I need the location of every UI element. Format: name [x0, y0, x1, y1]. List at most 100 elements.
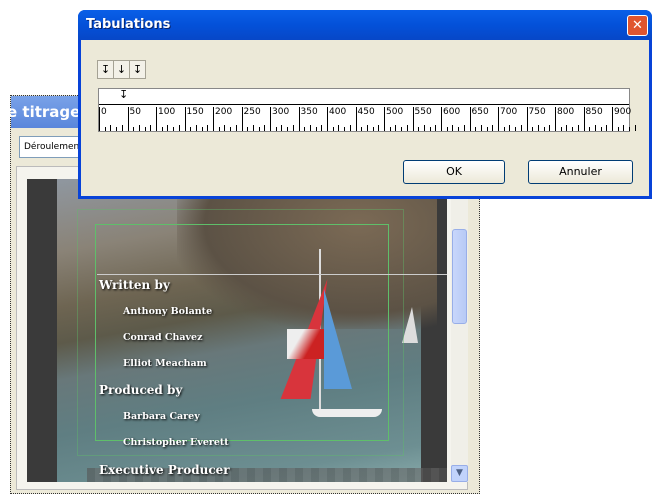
ruler-minor-tick — [104, 127, 106, 131]
ruler-minor-tick — [389, 127, 391, 131]
ruler-minor-tick — [252, 125, 254, 131]
ruler-minor-tick — [304, 127, 306, 131]
ruler-minor-tick — [594, 125, 596, 131]
ruler-minor-tick — [629, 127, 631, 131]
ruler-minor-tick — [190, 127, 192, 131]
ruler-minor-tick — [349, 125, 351, 131]
ruler-minor-tick — [321, 125, 323, 131]
ruler-minor-tick — [509, 125, 511, 131]
text-baseline — [97, 274, 447, 275]
ruler-minor-tick — [572, 127, 574, 131]
ruler-minor-tick — [423, 125, 425, 131]
credit-heading[interactable]: Produced by — [99, 383, 182, 397]
ruler-minor-tick — [486, 127, 488, 131]
ruler-minor-tick — [258, 127, 260, 131]
ruler-minor-tick — [173, 127, 175, 131]
credit-heading[interactable]: Written by — [99, 278, 170, 292]
ruler-minor-tick — [121, 125, 123, 131]
ruler-minor-tick — [492, 125, 494, 131]
ruler-minor-tick — [503, 127, 505, 131]
scrollbar-thumb[interactable] — [452, 229, 467, 324]
ruler-minor-tick — [429, 127, 431, 131]
ruler-minor-tick — [281, 125, 283, 131]
ruler-minor-tick — [309, 125, 311, 131]
ruler-minor-tick — [338, 125, 340, 131]
ruler-minor-tick — [515, 127, 517, 131]
ruler-minor-tick — [235, 125, 237, 131]
ruler-minor-tick — [452, 125, 454, 131]
video-preview[interactable]: Written by Anthony Bolante Conrad Chavez… — [27, 179, 447, 482]
vertical-scrollbar[interactable]: ▼ — [451, 179, 468, 482]
scroll-down-button[interactable]: ▼ — [451, 465, 468, 482]
ruler-minor-tick — [435, 125, 437, 131]
ruler-minor-tick — [395, 125, 397, 131]
center-tab-button[interactable]: ↓ — [114, 61, 130, 78]
right-tab-button[interactable]: ↧ — [130, 61, 145, 78]
chevron-down-icon: ▼ — [456, 468, 463, 478]
ruler-minor-tick — [623, 125, 625, 131]
ruler-minor-tick — [201, 127, 203, 131]
ruler-minor-tick — [332, 127, 334, 131]
ruler-minor-tick — [418, 127, 420, 131]
ruler-minor-tick — [178, 125, 180, 131]
tab-stop-strip[interactable]: ↧ — [99, 88, 629, 105]
ruler-minor-tick — [549, 125, 551, 131]
credit-name[interactable]: Conrad Chavez — [123, 332, 203, 343]
ok-button[interactable]: OK — [403, 160, 505, 184]
dialog-body: ↧ ↓ ↧ ↧ 0 50 100 150 200 250 300 350 400 450 500 55… — [81, 40, 649, 196]
credit-name[interactable]: Barbara Carey — [123, 411, 200, 422]
ruler-minor-tick — [532, 127, 534, 131]
credit-name[interactable]: Elliot Meacham — [123, 358, 207, 369]
cancel-button[interactable]: Annuler — [528, 160, 633, 184]
credit-name[interactable]: Christopher Everett — [123, 437, 229, 448]
ruler-minor-tick — [463, 125, 465, 131]
ruler-minor-tick — [110, 125, 112, 131]
tab-ruler[interactable]: ↧ 0 50 100 150 200 250 300 350 400 450 500 550 600 65… — [98, 88, 636, 132]
close-button[interactable]: ✕ — [627, 15, 648, 36]
tab-stop-marker[interactable]: ↧ — [119, 88, 128, 101]
ruler-minor-tick — [401, 127, 403, 131]
ruler-minor-tick — [458, 127, 460, 131]
dialog-title-bar: Tabulations — [78, 10, 652, 40]
ruler-minor-tick — [634, 125, 636, 131]
ruler-minor-tick — [161, 127, 163, 131]
ruler-minor-tick — [589, 127, 591, 131]
ruler-minor-tick — [144, 127, 146, 131]
tabulations-dialog: Tabulations ✕ ↧ ↓ ↧ ↧ 0 50 100 150 200 250 300… — [78, 10, 652, 199]
ruler-minor-tick — [366, 125, 368, 131]
ruler-minor-tick — [446, 127, 448, 131]
ruler-minor-tick — [475, 127, 477, 131]
ruler-minor-tick — [560, 127, 562, 131]
distant-sail — [402, 307, 418, 343]
ruler-minor-tick — [617, 127, 619, 131]
ruler-minor-tick — [207, 125, 209, 131]
ruler-minor-tick — [150, 125, 152, 131]
ruler-minor-tick — [372, 127, 374, 131]
ruler-minor-tick — [480, 125, 482, 131]
ruler-minor-tick — [292, 125, 294, 131]
ruler-minor-tick — [116, 127, 118, 131]
dialog-title: Tabulations — [86, 17, 171, 32]
ruler-minor-tick — [600, 127, 602, 131]
ruler-minor-tick — [543, 127, 545, 131]
ruler-scale: 0 50 100 150 200 250 300 350 400 450 500 550 600 650 7… — [99, 105, 636, 131]
ruler-minor-tick — [167, 125, 169, 131]
ruler-minor-tick — [224, 125, 226, 131]
credit-name[interactable]: Anthony Bolante — [123, 306, 212, 317]
ruler-minor-tick — [378, 125, 380, 131]
ruler-minor-tick — [133, 127, 135, 131]
ruler-minor-tick — [275, 127, 277, 131]
ruler-minor-tick — [606, 125, 608, 131]
ruler-minor-tick — [315, 127, 317, 131]
ruler-minor-tick — [344, 127, 346, 131]
ruler-minor-tick — [520, 125, 522, 131]
ruler-minor-tick — [247, 127, 249, 131]
ruler-minor-tick — [264, 125, 266, 131]
ruler-minor-tick — [361, 127, 363, 131]
credit-heading[interactable]: Executive Producer — [99, 463, 230, 477]
left-tab-button[interactable]: ↧ — [98, 61, 114, 78]
ruler-minor-tick — [138, 125, 140, 131]
ruler-minor-tick — [287, 127, 289, 131]
ruler-minor-tick — [566, 125, 568, 131]
ruler-minor-tick — [230, 127, 232, 131]
